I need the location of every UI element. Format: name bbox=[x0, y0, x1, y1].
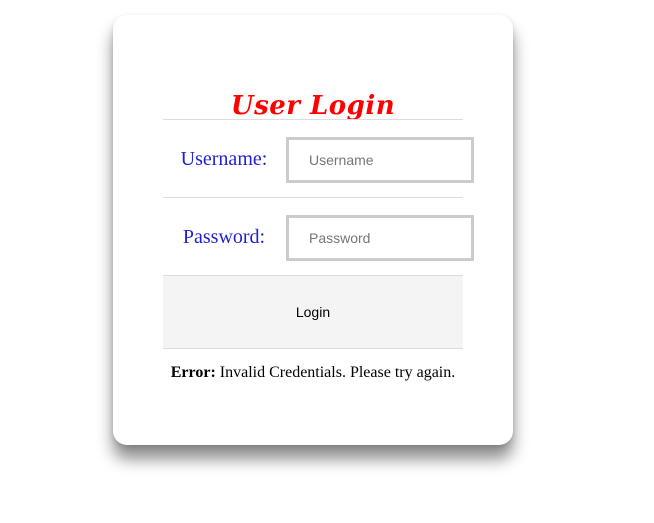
password-label: Password: bbox=[182, 226, 266, 248]
error-text: Invalid Credentials. Please try again. bbox=[215, 364, 456, 381]
login-card: User Login Username: Password: Login Err… bbox=[113, 15, 513, 445]
username-label: Username: bbox=[180, 148, 268, 170]
password-row: Password: bbox=[163, 197, 474, 276]
error-prefix: Error: bbox=[170, 364, 216, 381]
login-button[interactable]: Login bbox=[163, 276, 463, 348]
password-input[interactable] bbox=[286, 215, 474, 261]
login-row: Login bbox=[163, 275, 463, 349]
error-message: Error: Invalid Credentials. Please try a… bbox=[113, 363, 513, 383]
username-row: Username: bbox=[163, 119, 474, 198]
username-input[interactable] bbox=[286, 137, 474, 183]
login-title: User Login bbox=[230, 91, 396, 121]
